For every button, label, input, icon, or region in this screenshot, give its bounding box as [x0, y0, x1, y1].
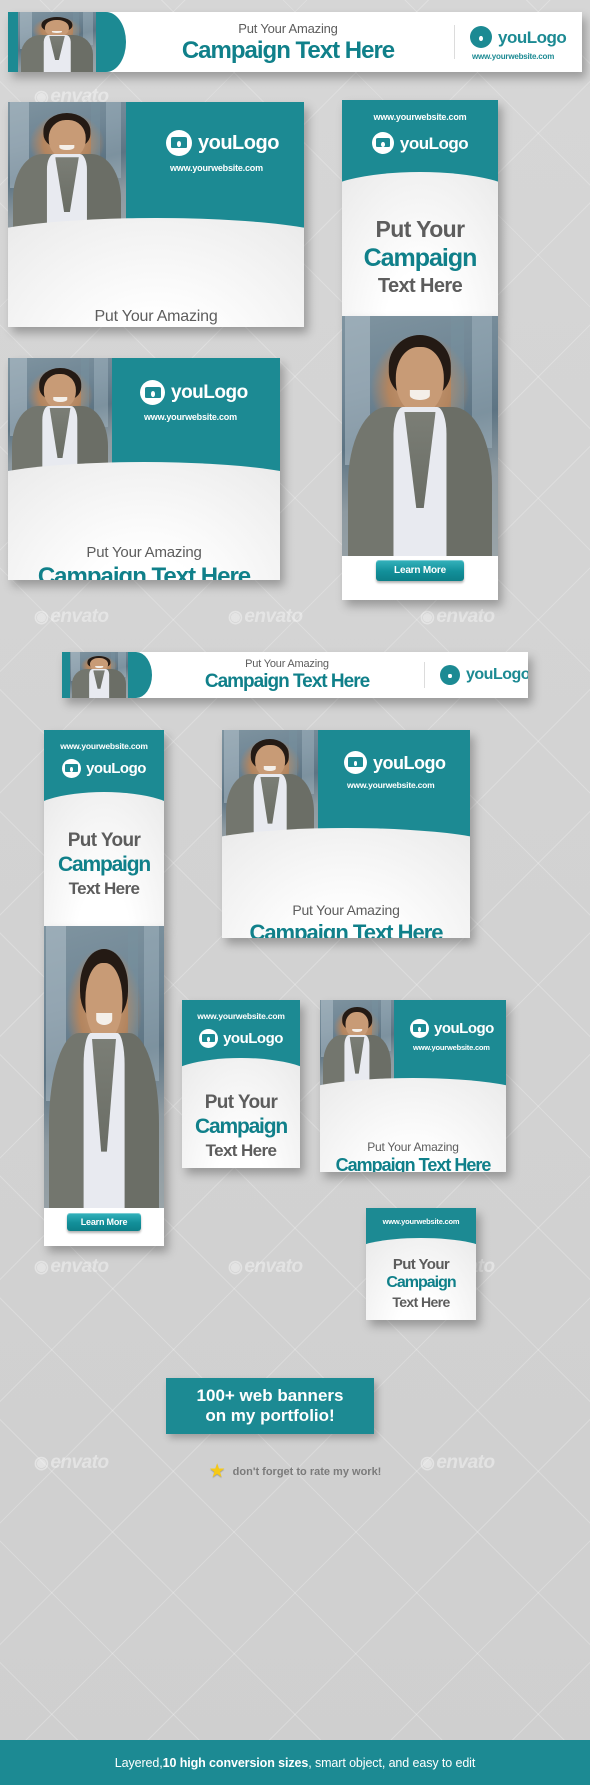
watermark: envato: [228, 606, 303, 628]
star-icon: ★: [208, 1461, 226, 1482]
logo-text: youLogo: [198, 132, 279, 154]
person-photo: [342, 316, 498, 556]
logo: youLogo: [344, 751, 446, 774]
banner-728x90-mid[interactable]: Put Your Amazing Campaign Text Here youL…: [62, 652, 528, 698]
website-text: www.yourwebsite.com: [170, 163, 263, 173]
camera-logo-icon: [62, 759, 82, 778]
headline-stack-2: Campaign: [386, 1274, 456, 1291]
rate-row: ★ don't forget to rate my work!: [0, 1462, 590, 1481]
learn-more-button[interactable]: Learn More: [66, 1213, 142, 1231]
website-text: www.yourwebsite.com: [144, 412, 237, 422]
logo: youLogo: [140, 380, 248, 405]
website-text: www.yourwebsite.com: [413, 1043, 490, 1052]
camera-logo-icon: [410, 1019, 429, 1038]
camera-logo-icon: [166, 130, 192, 156]
headline-big: Campaign Text Here: [335, 1155, 492, 1172]
headline-stack-3: Text Here: [68, 879, 140, 898]
features-prefix: Layered,: [114, 1755, 163, 1770]
headline-stack-1: Put Your: [204, 1092, 278, 1113]
camera-logo-icon: [199, 1029, 219, 1048]
logo-text: youLogo: [434, 1020, 494, 1037]
features-bold: 10 high conversion sizes: [162, 1755, 309, 1770]
camera-logo-icon: [440, 665, 460, 685]
person-photo: [18, 12, 96, 72]
portfolio-promo[interactable]: 100+ web banners on my portfolio!: [166, 1378, 374, 1434]
learn-more-button[interactable]: Learn More: [376, 560, 464, 581]
banner-300x600[interactable]: www.yourwebsite.com youLogo Put Your Cam…: [342, 100, 498, 316]
headline-small: Put Your Amazing: [367, 1140, 459, 1154]
headline-big: Campaign Text Here: [249, 920, 443, 938]
headline-stack-1: Put Your: [375, 216, 466, 242]
banner-160x600-photo[interactable]: Learn More: [44, 926, 164, 1246]
logo: youLogo: [342, 132, 498, 154]
banner-160x600[interactable]: www.yourwebsite.com youLogo Put Your Cam…: [44, 730, 164, 926]
logo-text: youLogo: [399, 133, 469, 153]
logo-text: youLogo: [466, 666, 528, 683]
website-text: www.yourwebsite.com: [197, 1011, 285, 1021]
banner-120x600[interactable]: www.yourwebsite.com youLogo Put Your Cam…: [182, 1000, 300, 1168]
promo-line-1: 100+ web banners: [196, 1386, 344, 1406]
website-text: www.yourwebsite.com: [373, 112, 467, 122]
logo-text: youLogo: [373, 752, 446, 773]
headline-stack-3: Text Here: [392, 1294, 450, 1310]
logo: youLogo: [470, 26, 567, 48]
logo: youLogo: [44, 759, 164, 778]
website-text: www.yourwebsite.com: [382, 1217, 460, 1226]
camera-logo-icon: [371, 132, 394, 154]
headline-stack-1: Put Your: [67, 830, 141, 851]
headline-big: Campaign Text Here: [181, 37, 395, 64]
headline-small: Put Your Amazing: [245, 658, 329, 670]
watermark: envato: [34, 1256, 109, 1278]
headline-stack-2: Campaign: [195, 1115, 288, 1138]
logo-text: youLogo: [223, 1030, 283, 1047]
watermark: envato: [228, 1256, 303, 1278]
logo: youLogo: [166, 130, 279, 156]
banner-336x280[interactable]: youLogo www.yourwebsite.com Put Your Ama…: [8, 358, 280, 580]
headline-stack-1: Put Your: [392, 1256, 450, 1273]
banner-300x250[interactable]: youLogo www.yourwebsite.com Put Your Ama…: [8, 102, 304, 327]
headline-small: Put Your Amazing: [86, 544, 202, 561]
headline-stack-3: Text Here: [377, 275, 463, 297]
logo: youLogo: [410, 1019, 494, 1038]
features-bar: Layered, 10 high conversion sizes, smart…: [0, 1740, 590, 1785]
banner-300x250-mid[interactable]: youLogo www.yourwebsite.com Put Your Ama…: [222, 730, 470, 938]
headline-stack-2: Campaign: [363, 244, 478, 272]
logo: youLogo: [182, 1029, 300, 1048]
banner-200x200[interactable]: www.yourwebsite.com Put Your Campaign Te…: [366, 1208, 476, 1320]
headline-stack-2: Campaign: [58, 853, 151, 876]
promo-line-2: on my portfolio!: [205, 1406, 335, 1425]
website-text: www.yourwebsite.com: [347, 780, 435, 790]
preview-canvas: envato envato envato envato envato envat…: [0, 0, 590, 1785]
person-photo: [44, 926, 164, 1208]
logo-text: youLogo: [86, 760, 146, 777]
watermark: envato: [420, 606, 495, 628]
camera-logo-icon: [140, 380, 165, 405]
camera-logo-icon: [344, 751, 367, 774]
headline-small: Put Your Amazing: [94, 308, 218, 325]
rate-text: don't forget to rate my work!: [232, 1465, 382, 1478]
headline-small: Put Your Amazing: [292, 902, 400, 918]
website-text: www.yourwebsite.com: [60, 741, 148, 751]
headline-big: Campaign Text Here: [37, 563, 251, 580]
banner-728x90-top[interactable]: Put Your Amazing Campaign Text Here youL…: [8, 12, 582, 72]
features-suffix: , smart object, and easy to edit: [308, 1755, 476, 1770]
person-photo: [70, 652, 128, 698]
logo: youLogo: [440, 665, 528, 685]
watermark: envato: [34, 606, 109, 628]
banner-300x600-photo[interactable]: Learn More: [342, 316, 498, 600]
headline-small: Put Your Amazing: [238, 21, 338, 36]
website-text: www.yourwebsite.com: [472, 52, 555, 61]
banner-250x250[interactable]: youLogo www.yourwebsite.com Put Your Ama…: [320, 1000, 506, 1172]
logo-text: youLogo: [498, 27, 567, 47]
logo-text: youLogo: [171, 382, 248, 403]
headline-big: Campaign Text Here: [204, 671, 370, 692]
camera-logo-icon: [470, 26, 492, 48]
headline-stack-3: Text Here: [205, 1141, 277, 1160]
